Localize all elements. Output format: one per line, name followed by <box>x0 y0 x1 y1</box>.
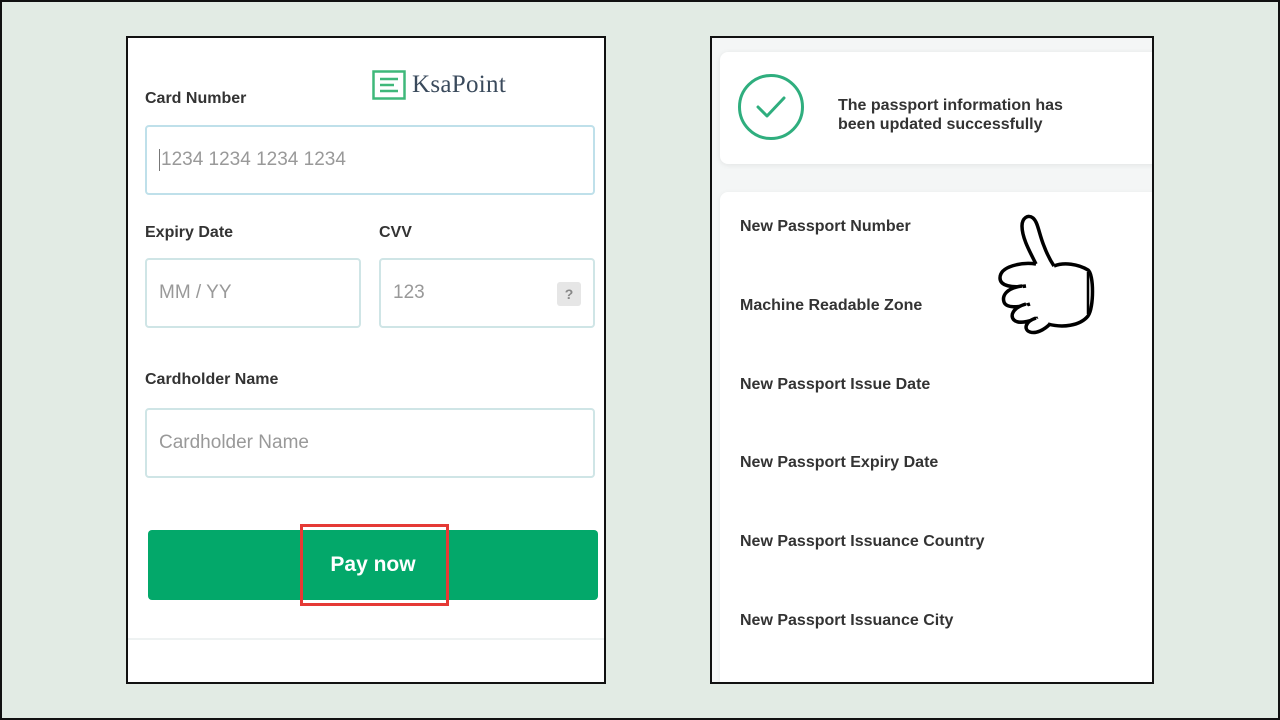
text-cursor <box>159 149 160 171</box>
check-circle-icon <box>738 74 804 140</box>
cvv-input[interactable]: 123 ? <box>379 258 595 328</box>
detail-machine-readable-zone: Machine Readable Zone <box>740 297 923 314</box>
divider <box>128 638 604 640</box>
detail-new-passport-number: New Passport Number <box>740 218 911 235</box>
passport-details-card: New Passport Number Machine Readable Zon… <box>720 192 1152 682</box>
expiry-date-input[interactable]: MM / YY <box>145 258 361 328</box>
detail-expiry-date: New Passport Expiry Date <box>740 454 939 471</box>
cardholder-name-label: Cardholder Name <box>145 371 279 388</box>
detail-issue-date: New Passport Issue Date <box>740 376 931 393</box>
logo-text: KsaPoint <box>412 71 507 98</box>
passport-result-panel: The passport information has been update… <box>710 36 1154 684</box>
pay-button-highlight <box>300 524 449 606</box>
detail-issuance-country: New Passport Issuance Country <box>740 533 985 550</box>
checkmark-icon <box>756 96 786 118</box>
cardholder-name-placeholder: Cardholder Name <box>159 432 309 453</box>
cardholder-name-input[interactable]: Cardholder Name <box>145 408 595 478</box>
cvv-help-icon[interactable]: ? <box>557 282 581 306</box>
success-card: The passport information has been update… <box>720 52 1152 164</box>
detail-issuance-city: New Passport Issuance City <box>740 612 954 629</box>
payment-form-panel: KsaPoint Card Number 1234 1234 1234 1234… <box>126 36 606 684</box>
cvv-label: CVV <box>379 224 412 241</box>
list-document-icon <box>372 70 406 100</box>
thumbs-up-icon <box>998 214 1095 335</box>
expiry-date-placeholder: MM / YY <box>159 282 232 303</box>
card-number-label: Card Number <box>145 90 247 107</box>
card-number-input[interactable]: 1234 1234 1234 1234 <box>145 125 595 195</box>
cvv-placeholder: 123 <box>393 282 425 303</box>
expiry-date-label: Expiry Date <box>145 224 234 241</box>
card-number-placeholder: 1234 1234 1234 1234 <box>161 149 346 170</box>
success-message: The passport information has been update… <box>838 97 1063 133</box>
ksapoint-logo: KsaPoint <box>372 70 506 100</box>
